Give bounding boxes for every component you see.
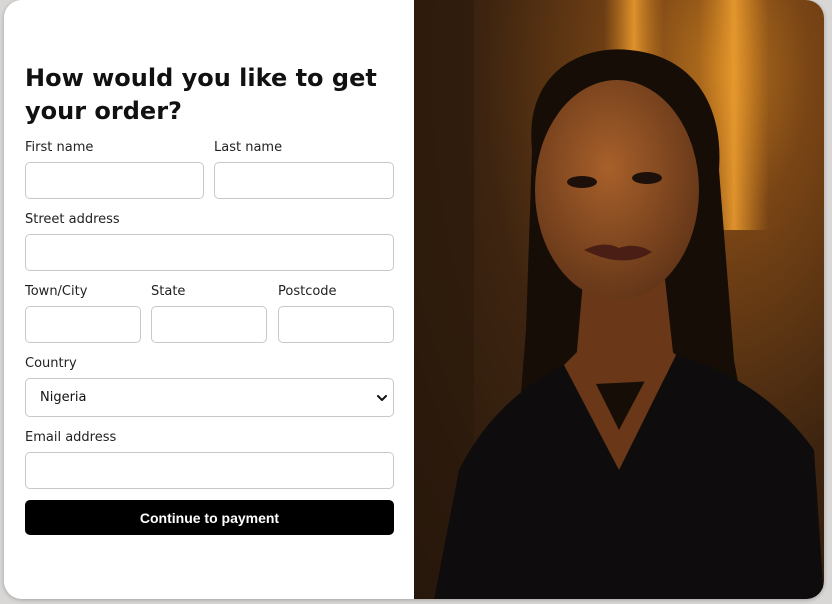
country-label: Country xyxy=(25,356,77,371)
state-input[interactable] xyxy=(151,306,267,343)
email-input[interactable] xyxy=(25,452,394,489)
chevron-down-icon xyxy=(377,395,387,401)
street-address-label: Street address xyxy=(25,212,120,227)
town-city-label: Town/City xyxy=(25,284,88,299)
country-select-value: Nigeria xyxy=(40,390,87,405)
last-name-label: Last name xyxy=(214,140,283,155)
first-name-label: First name xyxy=(25,140,94,155)
model-photo xyxy=(414,0,824,599)
postcode-input[interactable] xyxy=(278,306,394,343)
order-form: How would you like to get your order? Fi… xyxy=(4,0,414,599)
page-title: How would you like to get your order? xyxy=(25,64,377,125)
checkout-card: How would you like to get your order? Fi… xyxy=(4,0,824,599)
street-address-input[interactable] xyxy=(25,234,394,271)
postcode-label: Postcode xyxy=(278,284,337,299)
last-name-input[interactable] xyxy=(214,162,394,199)
country-select[interactable]: Nigeria xyxy=(25,378,394,417)
town-city-input[interactable] xyxy=(25,306,141,343)
portrait-illustration xyxy=(414,0,824,599)
state-label: State xyxy=(151,284,186,299)
first-name-input[interactable] xyxy=(25,162,204,199)
email-label: Email address xyxy=(25,430,117,445)
continue-to-payment-button[interactable]: Continue to payment xyxy=(25,500,394,535)
